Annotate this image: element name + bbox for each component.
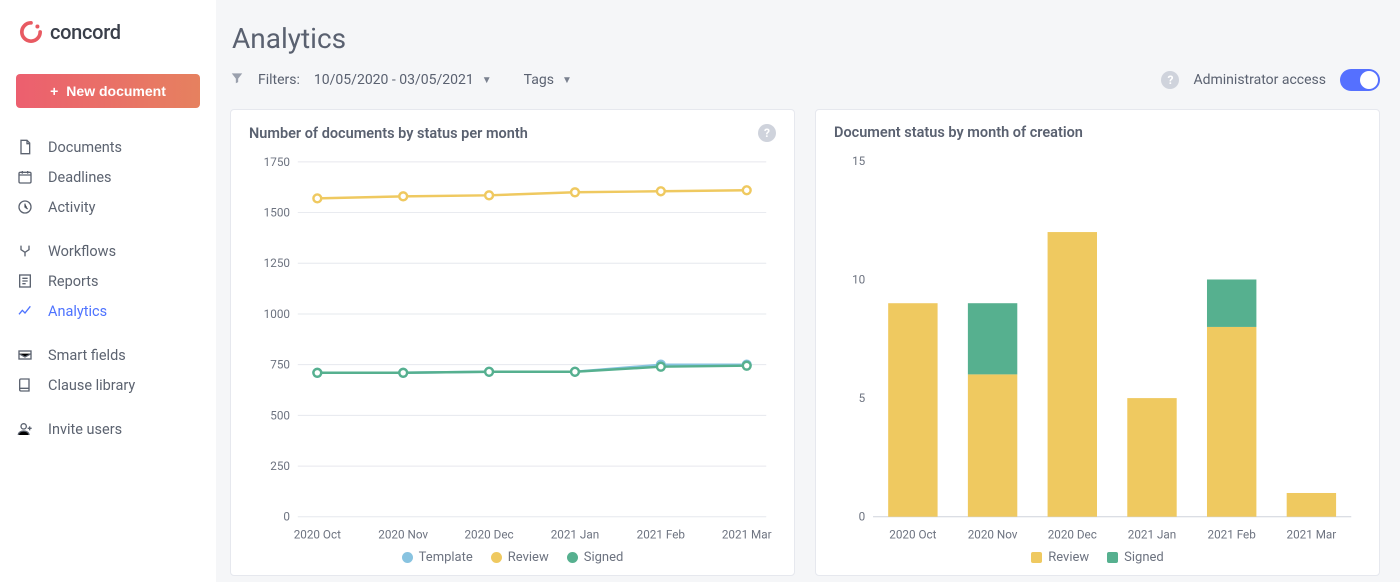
help-icon[interactable]: ?	[758, 124, 776, 142]
filter-bar: Filters: 10/05/2020 - 03/05/2021 ▼ Tags …	[230, 69, 1380, 91]
sidebar-item-smart-fields[interactable]: Smart fields	[16, 340, 200, 370]
sidebar-item-label: Workflows	[48, 243, 116, 260]
svg-text:2021 Mar: 2021 Mar	[722, 527, 772, 541]
sidebar: concord + New document Documents Deadline…	[0, 0, 216, 582]
svg-text:2021 Jan: 2021 Jan	[551, 527, 600, 541]
sidebar-item-documents[interactable]: Documents	[16, 132, 200, 162]
main-content: Analytics Filters: 10/05/2020 - 03/05/20…	[216, 0, 1400, 582]
svg-text:2020 Nov: 2020 Nov	[378, 527, 428, 541]
line-chart-title: Number of documents by status per month	[249, 125, 528, 142]
svg-text:15: 15	[852, 154, 866, 168]
line-chart-legend: Template Review Signed	[249, 550, 776, 565]
invite-users-icon	[16, 421, 34, 437]
svg-text:250: 250	[270, 459, 290, 473]
bar-chart-title: Document status by month of creation	[834, 124, 1083, 141]
tags-filter[interactable]: Tags ▼	[524, 72, 572, 88]
tags-label: Tags	[524, 72, 554, 88]
chart-cards: Number of documents by status per month …	[230, 109, 1380, 576]
clause-library-icon	[16, 377, 34, 393]
svg-text:1000: 1000	[264, 307, 290, 321]
svg-text:2021 Feb: 2021 Feb	[1208, 527, 1257, 541]
help-icon[interactable]: ?	[1161, 71, 1179, 89]
admin-access-label: Administrator access	[1193, 72, 1326, 88]
filters-label: Filters:	[258, 72, 300, 88]
line-chart-card: Number of documents by status per month …	[230, 109, 795, 576]
svg-text:750: 750	[270, 358, 290, 372]
new-document-label: New document	[66, 83, 166, 99]
svg-text:10: 10	[852, 272, 865, 286]
bar-chart: 0 5 10 15 2020 Oct 2020 Nov 2020 Dec 2021 Jan 20…	[834, 151, 1361, 546]
sidebar-item-clause-library[interactable]: Clause library	[16, 370, 200, 400]
sidebar-item-label: Deadlines	[48, 169, 112, 186]
deadlines-icon	[16, 169, 34, 185]
sidebar-item-deadlines[interactable]: Deadlines	[16, 162, 200, 192]
brand-name: concord	[50, 20, 121, 44]
analytics-icon	[16, 303, 34, 319]
plus-icon: +	[50, 83, 58, 99]
date-range-filter[interactable]: 10/05/2020 - 03/05/2021 ▼	[314, 72, 492, 88]
sidebar-item-analytics[interactable]: Analytics	[16, 296, 200, 326]
sidebar-item-reports[interactable]: Reports	[16, 266, 200, 296]
legend-dot-template	[402, 552, 413, 563]
sidebar-item-label: Analytics	[48, 303, 107, 320]
sidebar-item-activity[interactable]: Activity	[16, 192, 200, 222]
sidebar-item-label: Invite users	[48, 421, 122, 438]
chevron-down-icon: ▼	[482, 75, 492, 86]
sidebar-item-label: Reports	[48, 273, 99, 290]
documents-icon	[16, 139, 34, 155]
legend-dot-signed	[567, 552, 578, 563]
sidebar-item-workflows[interactable]: Workflows	[16, 236, 200, 266]
svg-text:2021 Feb: 2021 Feb	[637, 527, 686, 541]
admin-access-toggle[interactable]	[1340, 69, 1380, 91]
sidebar-nav: Documents Deadlines Activity Workflows Repor…	[0, 132, 216, 444]
chevron-down-icon: ▼	[562, 75, 572, 86]
svg-text:1250: 1250	[264, 256, 290, 270]
svg-text:2020 Oct: 2020 Oct	[889, 527, 936, 541]
new-document-button[interactable]: + New document	[16, 74, 200, 108]
reports-icon	[16, 273, 34, 289]
sidebar-item-label: Smart fields	[48, 347, 126, 364]
svg-text:2020 Dec: 2020 Dec	[1048, 527, 1097, 541]
concord-logo-icon	[20, 21, 42, 43]
svg-text:0: 0	[859, 510, 866, 524]
svg-text:2020 Nov: 2020 Nov	[968, 527, 1018, 541]
svg-text:2021 Jan: 2021 Jan	[1128, 527, 1176, 541]
sidebar-item-label: Clause library	[48, 377, 135, 394]
filter-icon	[230, 71, 244, 89]
brand-logo: concord	[0, 20, 216, 62]
legend-sq-signed	[1107, 552, 1118, 563]
svg-text:2021 Mar: 2021 Mar	[1287, 527, 1337, 541]
workflows-icon	[16, 243, 34, 259]
line-chart: 0 250 500 750 1000 1250 1500 1750 2020 Oct 2020 N…	[249, 152, 776, 546]
bar-chart-legend: Review Signed	[834, 550, 1361, 565]
svg-text:0: 0	[283, 510, 290, 524]
svg-text:1500: 1500	[264, 205, 290, 219]
date-range-value: 10/05/2020 - 03/05/2021	[314, 72, 474, 88]
smart-fields-icon	[16, 347, 34, 363]
svg-text:1750: 1750	[264, 155, 290, 169]
sidebar-item-invite-users[interactable]: Invite users	[16, 414, 200, 444]
legend-dot-review	[491, 552, 502, 563]
activity-icon	[16, 199, 34, 215]
svg-text:500: 500	[270, 408, 290, 422]
svg-text:2020 Oct: 2020 Oct	[294, 527, 341, 541]
svg-text:2020 Dec: 2020 Dec	[464, 527, 513, 541]
legend-sq-review	[1031, 552, 1042, 563]
bar-chart-card: Document status by month of creation 0 5 1…	[815, 109, 1380, 576]
svg-text:5: 5	[859, 391, 866, 405]
page-title: Analytics	[232, 22, 1380, 55]
sidebar-item-label: Activity	[48, 199, 95, 216]
sidebar-item-label: Documents	[48, 139, 122, 156]
